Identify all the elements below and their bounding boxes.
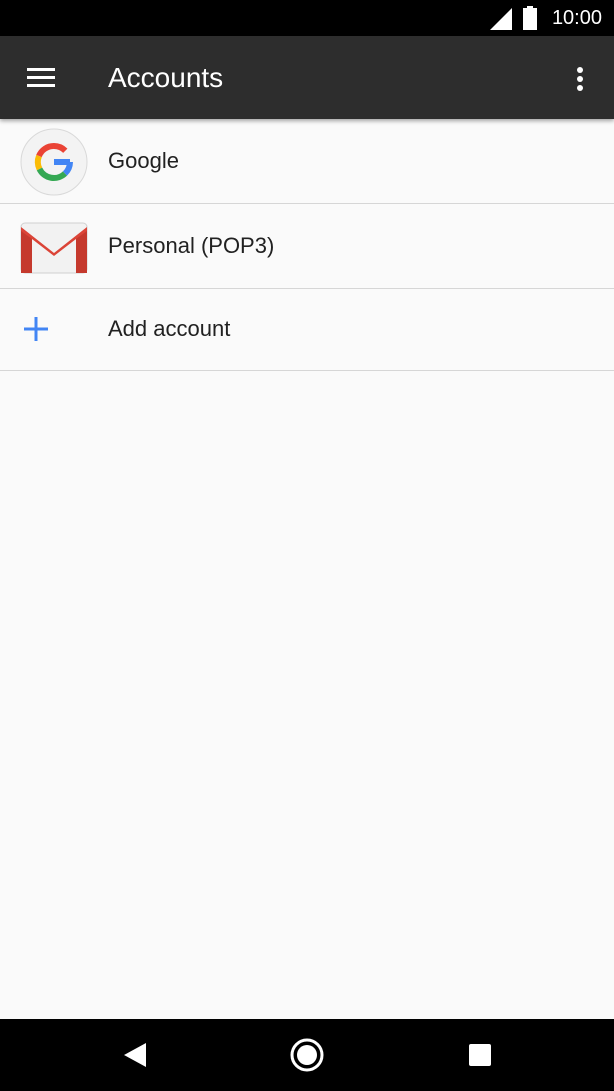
- accounts-list: Google Personal (POP3) Add account: [0, 119, 614, 371]
- menu-icon: [27, 68, 55, 87]
- google-icon: [20, 128, 88, 196]
- navigation-bar: [0, 1019, 614, 1091]
- menu-button[interactable]: [14, 54, 68, 102]
- add-account-label: Add account: [108, 316, 231, 341]
- home-button[interactable]: [283, 1031, 331, 1079]
- plus-icon: [22, 315, 50, 343]
- account-row-google[interactable]: Google: [0, 119, 614, 204]
- app-bar: Accounts: [0, 36, 614, 119]
- recents-button[interactable]: [456, 1031, 504, 1079]
- account-label: Personal (POP3): [108, 233, 275, 258]
- clock: 10:00: [551, 7, 602, 29]
- account-row-personal-pop3[interactable]: Personal (POP3): [0, 204, 614, 289]
- home-icon: [290, 1038, 324, 1072]
- more-vert-icon: [577, 67, 583, 91]
- recents-icon: [469, 1044, 491, 1066]
- status-bar: 10:00: [0, 0, 614, 36]
- battery-icon: [522, 6, 538, 35]
- overflow-menu-button[interactable]: [560, 54, 602, 102]
- signal-icon: [490, 8, 512, 35]
- gmail-icon: [20, 213, 88, 281]
- back-icon: [124, 1043, 146, 1067]
- account-label: Google: [108, 148, 179, 173]
- page-title: Accounts: [108, 62, 224, 93]
- back-button[interactable]: [110, 1031, 158, 1079]
- add-account-row[interactable]: Add account: [0, 289, 614, 371]
